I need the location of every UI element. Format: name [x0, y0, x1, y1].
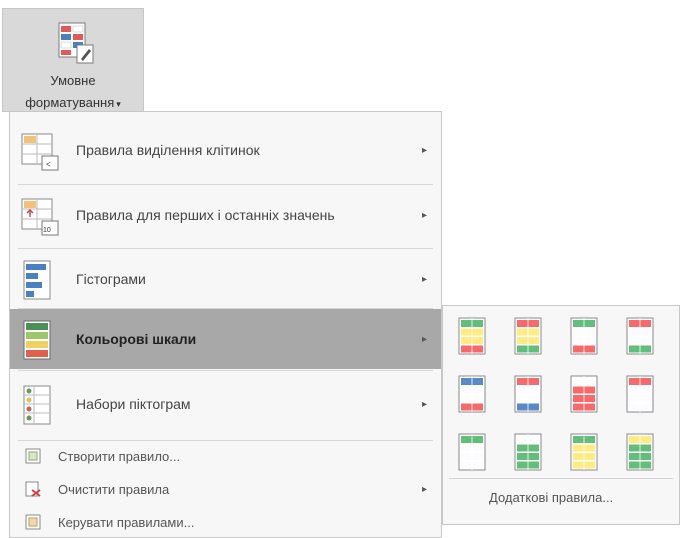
menu-item-manage-rules[interactable]: Керувати правилами... — [10, 508, 441, 536]
ribbon-button-label-text: форматування — [25, 95, 115, 110]
menu-item-label: Правила для перших і останніх значень — [76, 207, 335, 223]
conditional-formatting-button[interactable]: Умовне форматування ▾ — [2, 8, 144, 112]
submenu-arrow-icon: ▸ — [421, 398, 427, 410]
new-rule-icon — [25, 448, 41, 464]
submenu-arrow-icon: ▸ — [421, 483, 427, 495]
conditional-formatting-icon — [58, 22, 94, 64]
conditional-formatting-menu: < Правила виділення клітинок ▸ 10 Правил… — [9, 111, 442, 538]
color-scale-option[interactable] — [511, 432, 545, 472]
color-scale-swatch-icon — [514, 375, 542, 413]
submenu-arrow-icon: ▸ — [421, 273, 427, 285]
color-scale-swatch-icon — [570, 375, 598, 413]
color-scale-swatch-icon — [458, 317, 486, 355]
color-scale-option[interactable] — [511, 316, 545, 356]
color-scale-swatch-icon — [458, 375, 486, 413]
highlight-cells-rules-icon: < — [21, 133, 59, 171]
color-scale-option[interactable] — [455, 374, 489, 414]
menu-item-label: Кольорові шкали — [76, 331, 197, 347]
menu-item-label: Набори піктограм — [76, 396, 191, 412]
menu-divider — [18, 370, 433, 371]
icon-sets-icon — [23, 385, 51, 425]
color-scale-option[interactable] — [623, 316, 657, 356]
color-scale-option[interactable] — [567, 316, 601, 356]
more-rules-link[interactable]: Додаткові правила... — [489, 490, 613, 505]
color-scale-swatch-icon — [514, 317, 542, 355]
menu-item-label: Правила виділення клітинок — [76, 142, 260, 158]
chevron-down-icon: ▾ — [116, 99, 121, 109]
menu-item-color-scales[interactable]: Кольорові шкали ▸ — [10, 309, 441, 369]
submenu-arrow-icon: ▸ — [421, 333, 427, 345]
svg-text:10: 10 — [43, 227, 51, 234]
menu-divider — [18, 440, 433, 441]
submenu-arrow-icon: ▸ — [421, 209, 427, 221]
menu-divider — [449, 478, 673, 479]
color-scale-option[interactable] — [567, 432, 601, 472]
menu-item-label: Створити правило... — [58, 448, 181, 464]
color-scale-swatch-icon — [626, 375, 654, 413]
ribbon-button-label-line2: форматування ▾ — [3, 95, 143, 110]
color-scale-option[interactable] — [623, 374, 657, 414]
color-scale-swatch-icon — [570, 433, 598, 471]
submenu-arrow-icon: ▸ — [421, 144, 427, 156]
color-scale-option[interactable] — [455, 316, 489, 356]
color-scale-swatch-icon — [458, 433, 486, 471]
color-scales-icon — [23, 320, 51, 360]
color-scales-submenu: Додаткові правила... — [442, 305, 680, 525]
color-scale-swatch-icon — [626, 433, 654, 471]
manage-rules-icon — [25, 514, 41, 530]
color-scale-swatch-icon — [570, 317, 598, 355]
color-scale-swatch-icon — [514, 433, 542, 471]
data-bars-icon — [23, 260, 51, 300]
color-scale-option[interactable] — [567, 374, 601, 414]
menu-item-data-bars[interactable]: Гістограми ▸ — [10, 249, 441, 309]
menu-item-clear-rules[interactable]: Очистити правила ▸ — [10, 475, 441, 503]
menu-item-top-bottom-rules[interactable]: 10 Правила для перших і останніх значень… — [10, 185, 441, 245]
color-scale-option[interactable] — [511, 374, 545, 414]
svg-text:<: < — [46, 160, 51, 169]
top-bottom-rules-icon: 10 — [21, 198, 59, 236]
menu-item-icon-sets[interactable]: Набори піктограм ▸ — [10, 374, 441, 434]
clear-rules-icon — [25, 481, 41, 497]
menu-item-highlight-cells-rules[interactable]: < Правила виділення клітинок ▸ — [10, 120, 441, 180]
menu-item-new-rule[interactable]: Створити правило... — [10, 442, 441, 470]
color-scale-swatch-icon — [626, 317, 654, 355]
menu-item-label: Керувати правилами... — [58, 514, 195, 530]
menu-item-label: Очистити правила — [58, 481, 170, 497]
menu-item-label: Гістограми — [76, 271, 146, 287]
ribbon-button-label-line1: Умовне — [50, 73, 96, 88]
color-scale-option[interactable] — [623, 432, 657, 472]
color-scale-option[interactable] — [455, 432, 489, 472]
